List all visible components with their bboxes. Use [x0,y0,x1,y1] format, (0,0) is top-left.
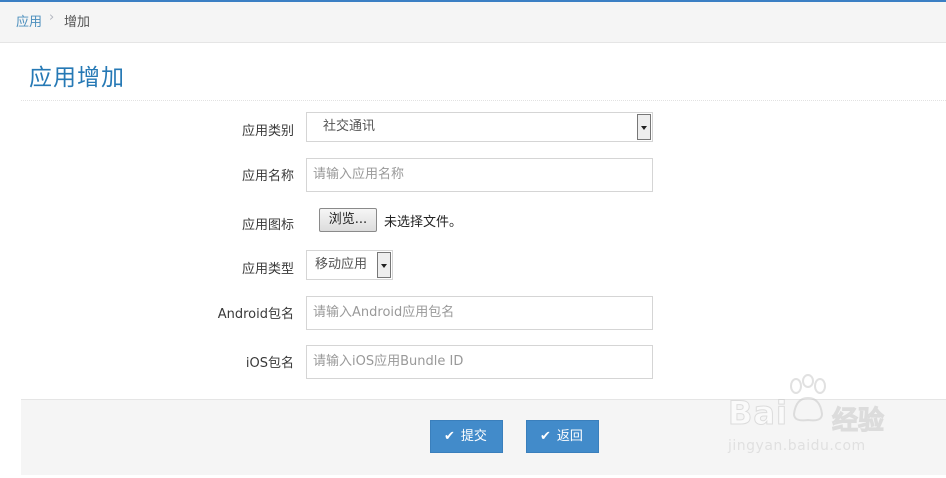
submit-button[interactable]: ✔ 提交 [430,420,503,453]
check-icon: ✔ [444,429,455,444]
android-package-placeholder: 请输入Android应用包名 [313,305,455,320]
ios-package-label: iOS包名 [245,356,294,371]
breadcrumb-link-app[interactable]: 应用 [16,11,42,30]
name-input-placeholder: 请输入应用名称 [313,167,405,182]
ios-package-placeholder: 请输入iOS应用Bundle ID [313,354,464,369]
name-label: 应用名称 [241,169,294,184]
watermark-brand: Bai [728,394,788,433]
chevron-down-icon[interactable] [637,114,651,140]
type-select[interactable]: 移动应用 [306,250,393,280]
chevron-down-icon[interactable] [377,252,391,278]
type-select-value: 移动应用 [315,257,368,272]
android-package-label: Android包名 [217,307,294,322]
category-select-value: 社交通讯 [323,119,376,134]
check-icon: ✔ [540,429,551,444]
android-package-input[interactable]: 请输入Android应用包名 [306,296,653,330]
type-label: 应用类型 [241,262,294,277]
breadcrumb: 应用 › 增加 [0,2,946,43]
submit-button-label: 提交 [460,429,487,444]
name-input[interactable]: 请输入应用名称 [306,158,653,192]
ios-package-input[interactable]: 请输入iOS应用Bundle ID [306,345,653,379]
back-button-label: 返回 [556,429,583,444]
back-button[interactable]: ✔ 返回 [526,420,599,453]
page-title: 应用增加 [29,65,125,91]
paw-icon [790,374,826,422]
watermark-sub: 经验 [831,406,885,437]
breadcrumb-separator-icon: › [49,10,55,25]
icon-label: 应用图标 [241,218,294,233]
category-label: 应用类别 [241,124,294,139]
watermark-url: jingyan.baidu.com [728,438,866,454]
breadcrumb-current: 增加 [64,15,91,30]
baidu-jingyan-watermark: Bai 经验 jingyan.baidu.com [728,372,943,472]
file-status-text: 未选择文件。 [384,215,463,230]
browse-file-button[interactable]: 浏览... [319,208,377,232]
title-divider [21,100,946,101]
category-select[interactable]: 社交通讯 [306,112,653,142]
